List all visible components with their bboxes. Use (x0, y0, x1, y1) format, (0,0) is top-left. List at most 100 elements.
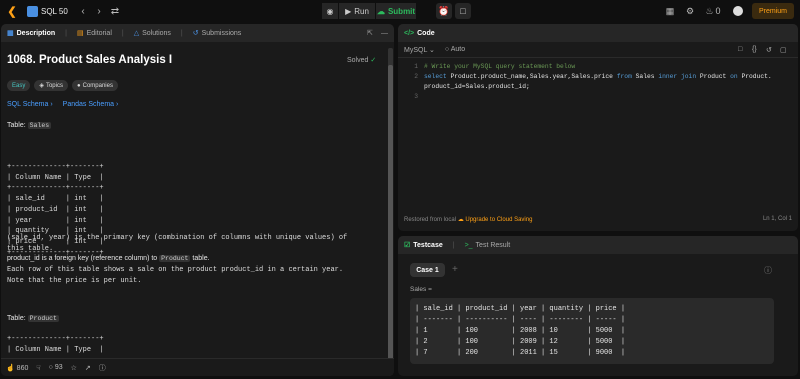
thumbs-up-icon: ☝ (6, 364, 15, 372)
code-editor[interactable]: 1 # Write your MySQL query statement bel… (398, 62, 798, 212)
next-problem-icon[interactable]: › (92, 4, 106, 18)
settings-gear-icon[interactable]: ⚙ (683, 4, 697, 18)
prev-problem-icon[interactable]: ‹ (76, 4, 90, 18)
expand-icon[interactable]: ⇱ (367, 29, 373, 37)
bookmark-icon[interactable]: □ (738, 46, 742, 53)
notes-button[interactable]: □ (455, 3, 471, 19)
chevron-right-icon: › (50, 101, 53, 108)
submit-button[interactable]: ☁ Submit (376, 3, 416, 19)
avatar[interactable] (733, 6, 743, 16)
tab-solutions[interactable]: △ Solutions (133, 29, 171, 38)
table-name-product: Product (27, 315, 59, 322)
tab-editorial[interactable]: ▤ Editorial (76, 29, 112, 38)
line-number: 1 (414, 63, 418, 70)
table-caption-label: Table: (7, 122, 26, 129)
code-icon: </> (404, 29, 415, 37)
code-keyword: on (730, 73, 738, 80)
document-icon: ▦ (7, 30, 14, 37)
run-button[interactable]: ▶ Run (339, 3, 375, 19)
tab-testcase[interactable]: ☑ Testcase (404, 241, 443, 250)
foreign-key-text: product_id is a foreign key (reference c… (7, 255, 158, 262)
pandas-schema-link[interactable]: Pandas Schema › (63, 101, 119, 108)
fire-icon: ♨ (705, 5, 714, 16)
chevron-down-icon: ⌄ (429, 46, 435, 54)
tab-code[interactable]: </> Code (404, 30, 435, 37)
description-row-meaning: Each row of this table shows a sale on t… (7, 266, 344, 285)
cloud-upload-icon: ☁ (376, 6, 385, 16)
note-icon: □ (460, 6, 466, 16)
thumbs-down-icon: ☟ (36, 364, 41, 372)
book-icon: ▤ (76, 30, 84, 37)
list-icon (27, 5, 38, 17)
companies-chip[interactable]: ● Companies (71, 80, 118, 91)
run-submit-group: ◉ ▶ Run ☁ Submit (322, 3, 416, 19)
premium-button[interactable]: Premium (752, 3, 794, 19)
lock-icon: ○ (444, 46, 450, 53)
auto-label: Auto (450, 46, 466, 53)
sql-schema-link[interactable]: SQL Schema › (7, 101, 53, 108)
help-icon[interactable]: ⓘ (99, 363, 106, 373)
braces-icon[interactable]: {} (752, 46, 757, 53)
debug-button[interactable]: ◉ (322, 3, 338, 19)
streak-count: 0 (715, 6, 721, 16)
code-header: </> Code (398, 24, 798, 42)
flask-icon: △ (133, 30, 140, 37)
submit-label: Submit (387, 6, 416, 16)
layout-grid-icon[interactable]: ▦ (663, 4, 677, 18)
table-caption-label: Table: (7, 315, 26, 322)
like-button[interactable]: ☝ 860 (6, 364, 28, 372)
comments-button[interactable]: ○ 93 (49, 364, 63, 371)
auto-toggle[interactable]: ○ Auto (445, 46, 465, 53)
code-keyword: inner join (658, 73, 697, 80)
shuffle-icon[interactable]: ⇄ (108, 4, 122, 18)
tab-solutions-label: Solutions (142, 29, 171, 37)
add-case-icon[interactable]: + (452, 264, 458, 275)
solved-label: Solved (347, 57, 369, 64)
tab-divider: | (65, 29, 67, 37)
description-footer: ☝ 860 ☟ ○ 93 ☆ ↗ ⓘ (1, 358, 394, 376)
problem-tags: Easy ◈ Topics ● Companies (7, 80, 118, 91)
tab-description[interactable]: ▦ Description (7, 29, 55, 38)
difficulty-badge: Easy (7, 80, 31, 91)
fullscreen-icon[interactable]: ▢ (780, 46, 787, 54)
testcase-input-text: | sale_id | product_id | year | quantity… (415, 305, 626, 357)
comment-icon: ○ (48, 364, 53, 371)
favorite-icon[interactable]: ☆ (71, 364, 77, 372)
terminal-icon: >_ (464, 241, 473, 249)
code-text: Sales (631, 73, 659, 80)
dislike-button[interactable]: ☟ (36, 364, 40, 372)
reset-icon[interactable]: ↺ (766, 46, 772, 54)
alarm-icon: ⏰ (438, 5, 450, 16)
problem-list-button[interactable]: SQL 50 (27, 4, 68, 18)
history-icon: ↺ (192, 30, 199, 37)
description-foreign-key: product_id is a foreign key (reference c… (7, 254, 210, 265)
language-label: MySQL (404, 46, 428, 54)
tab-testcase-label: Testcase (413, 241, 443, 249)
leetcode-logo[interactable]: ❮ (6, 4, 18, 18)
tab-submissions[interactable]: ↺ Submissions (192, 29, 242, 38)
tab-code-label: Code (417, 29, 435, 37)
problem-title: 1068. Product Sales Analysis I (7, 54, 173, 66)
scrollbar-thumb[interactable] (388, 65, 393, 365)
timer-button[interactable]: ⏰ (436, 3, 452, 19)
info-icon[interactable]: ⓘ (764, 265, 772, 276)
code-keyword: select (424, 73, 447, 80)
cloud-icon: ☁ (457, 217, 464, 223)
tab-test-result[interactable]: >_ Test Result (465, 242, 511, 249)
streak-counter[interactable]: ♨ 0 (703, 4, 723, 18)
topics-chip[interactable]: ◈ Topics (34, 80, 68, 91)
code-text: Product (696, 73, 731, 80)
comment-count: 93 (54, 364, 63, 371)
product-ref: Product (159, 255, 191, 262)
code-line: select Product.product_name,Sales.year,S… (424, 72, 772, 82)
case-tab-1[interactable]: Case 1 (410, 263, 445, 277)
share-icon[interactable]: ↗ (85, 364, 91, 372)
checkbox-icon: ☑ (404, 242, 411, 249)
language-select[interactable]: MySQL ⌄ (404, 46, 435, 54)
description-tabs: ▦ Description | ▤ Editorial | △ Solutions |… (1, 24, 394, 42)
minimize-icon[interactable]: — (381, 30, 388, 37)
code-panel: </> Code MySQL ⌄ ○ Auto □ {} ↺ ▢ 1 # Writ… (398, 24, 798, 231)
upgrade-link[interactable]: ☁ Upgrade to Cloud Saving (458, 217, 533, 223)
line-number: 3 (414, 93, 418, 100)
testcase-panel: ☑ Testcase | >_ Test Result Case 1 + ⓘ Sal… (398, 236, 798, 376)
